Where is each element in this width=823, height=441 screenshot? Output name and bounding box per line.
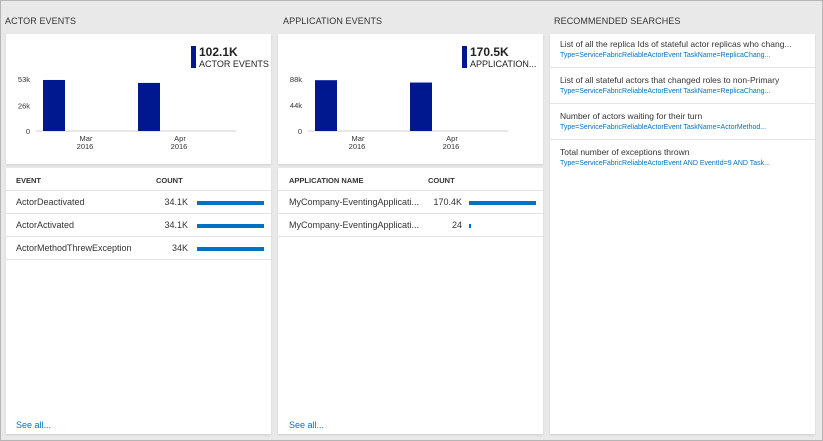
row-name: MyCompany-EventingApplicati...	[289, 220, 420, 230]
chart-bar	[43, 79, 65, 131]
dashboard-frame: ACTOR EVENTS 102.1K ACTOR EVENTS 53k 26k 0…	[0, 0, 823, 441]
recommended-search-title: Number of actors waiting for their turn	[560, 111, 703, 121]
column-header-event[interactable]: EVENT	[16, 176, 41, 185]
recommended-search-title: Total number of exceptions thrown	[560, 147, 690, 157]
row-name: ActorActivated	[16, 220, 75, 230]
row-count-bar	[197, 224, 264, 228]
recommended-search-item[interactable]: List of all stateful actors that changed…	[550, 70, 815, 104]
application-events-title: APPLICATION EVENTS	[283, 16, 383, 26]
actor-events-column: ACTOR EVENTS 102.1K ACTOR EVENTS 53k 26k 0…	[1, 1, 274, 441]
recommended-searches-column: RECOMMENDED SEARCHES List of all the rep…	[546, 1, 823, 441]
recommended-search-item[interactable]: Total number of exceptions thrown Type=Se…	[550, 142, 815, 176]
row-count-bar	[197, 201, 264, 205]
row-name: ActorDeactivated	[16, 197, 85, 207]
row-count: 24	[451, 220, 462, 230]
row-count: 34K	[171, 243, 188, 253]
application-events-column: APPLICATION EVENTS 170.5K APPLICATION...…	[274, 1, 546, 441]
y-tick-label: 53k	[18, 75, 30, 84]
actor-events-chart: 53k26k0Mar2016Apr2016	[18, 75, 236, 151]
actor-events-table: EVENT COUNT ActorDeactivated 34.1K ActorAc…	[6, 168, 271, 434]
y-tick-label: 0	[26, 127, 30, 136]
row-count: 34.1K	[164, 197, 188, 207]
table-row[interactable]: ActorMethodThrewException 34K	[6, 237, 271, 260]
recommended-search-title: List of all the replica Ids of stateful …	[560, 39, 792, 49]
application-events-summary-tile[interactable]: 170.5K APPLICATION... 88k 44k 0 Mar 2016 Apr 2…	[278, 34, 543, 164]
x-tick-year-label: 2016	[77, 142, 94, 151]
y-tick-label: 26k	[18, 101, 30, 110]
table-row[interactable]: ActorDeactivated 34.1K	[6, 191, 271, 214]
y-tick-label: 88k	[290, 75, 302, 84]
recommended-search-query-link[interactable]: Type=ServiceFabricReliableActorEvent Tas…	[560, 86, 809, 97]
recommended-search-item[interactable]: Number of actors waiting for their turn T…	[550, 106, 815, 140]
row-name: MyCompany-EventingApplicati...	[289, 197, 420, 207]
application-events-table: APPLICATION NAME COUNT MyCompany-Eventin…	[278, 168, 543, 434]
recommended-searches-title: RECOMMENDED SEARCHES	[554, 16, 681, 26]
table-row[interactable]: ActorActivated 34.1K	[6, 214, 271, 237]
column-header-application-name[interactable]: APPLICATION NAME	[289, 176, 363, 185]
row-name: ActorMethodThrewException	[16, 243, 132, 253]
y-tick-label: 0	[298, 127, 302, 136]
row-count-bar	[197, 247, 264, 251]
recommended-search-query-link[interactable]: Type=ServiceFabricReliableActorEvent Tas…	[560, 50, 809, 61]
table-row[interactable]: MyCompany-EventingApplicati... 24	[278, 214, 543, 237]
column-header-count[interactable]: COUNT	[428, 176, 455, 185]
recommended-search-item[interactable]: List of all the replica Ids of stateful …	[550, 34, 815, 68]
recommended-search-query-link[interactable]: Type=ServiceFabricReliableActorEvent Tas…	[560, 122, 809, 133]
recommended-search-query-link[interactable]: Type=ServiceFabricReliableActorEvent AND…	[560, 158, 809, 169]
row-count: 170.4K	[433, 197, 462, 207]
y-tick-label: 44k	[290, 101, 302, 110]
table-row[interactable]: MyCompany-EventingApplicati... 170.4K	[278, 191, 543, 214]
x-tick-year-label: 2016	[443, 142, 460, 151]
recommended-searches-card: List of all the replica Ids of stateful …	[550, 34, 815, 434]
row-count-bar	[469, 201, 536, 205]
x-tick-year-label: 2016	[349, 142, 366, 151]
row-count-bar	[469, 224, 471, 228]
x-tick-year-label: 2016	[171, 142, 188, 151]
chart-bar	[410, 82, 432, 131]
application-events-see-all-link[interactable]: See all...	[289, 420, 324, 430]
recommended-search-title: List of all stateful actors that changed…	[560, 75, 780, 85]
chart-bar	[315, 80, 337, 131]
row-count: 34.1K	[164, 220, 188, 230]
application-events-chart: 88k44k0Mar2016Apr2016	[290, 75, 508, 151]
column-header-count[interactable]: COUNT	[156, 176, 183, 185]
actor-events-see-all-link[interactable]: See all...	[16, 420, 51, 430]
actor-events-title: ACTOR EVENTS	[5, 16, 77, 26]
actor-events-summary-tile[interactable]: 102.1K ACTOR EVENTS 53k 26k 0 Mar 2016 Apr 201…	[6, 34, 271, 164]
chart-bar	[138, 82, 160, 131]
